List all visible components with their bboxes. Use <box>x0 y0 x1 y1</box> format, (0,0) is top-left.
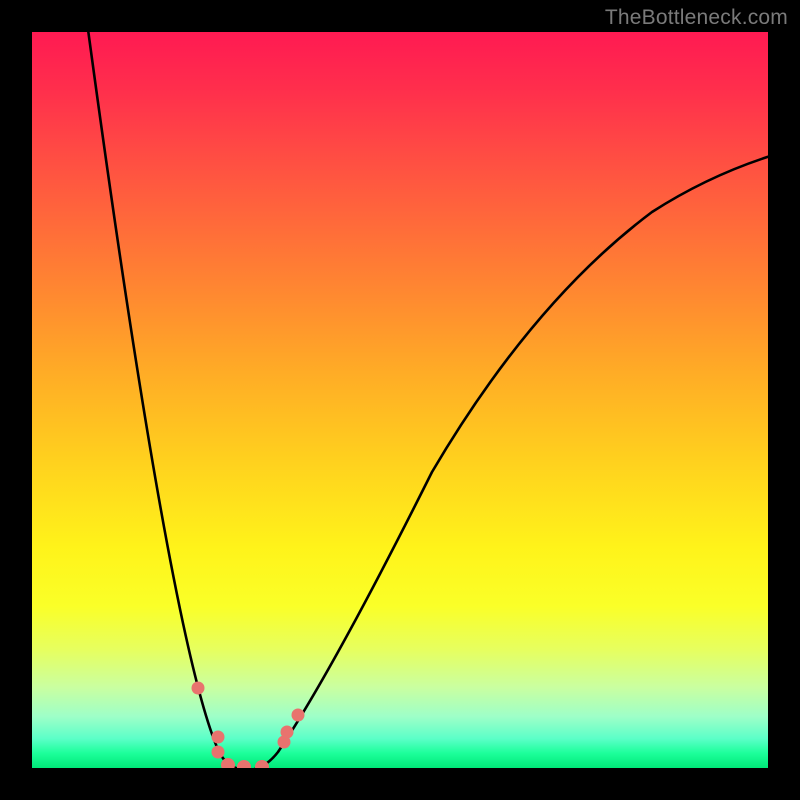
plot-area <box>32 32 768 768</box>
marker-dot <box>237 760 251 768</box>
marker-dot <box>192 682 205 695</box>
marker-dot <box>212 731 225 744</box>
chart-frame: TheBottleneck.com <box>0 0 800 800</box>
marker-dot <box>212 746 225 759</box>
marker-dot <box>292 709 305 722</box>
marker-dot <box>255 760 269 768</box>
watermark-text: TheBottleneck.com <box>605 6 788 30</box>
marker-dot <box>281 726 294 739</box>
bottleneck-curve <box>87 32 768 768</box>
curve-layer <box>32 32 768 768</box>
